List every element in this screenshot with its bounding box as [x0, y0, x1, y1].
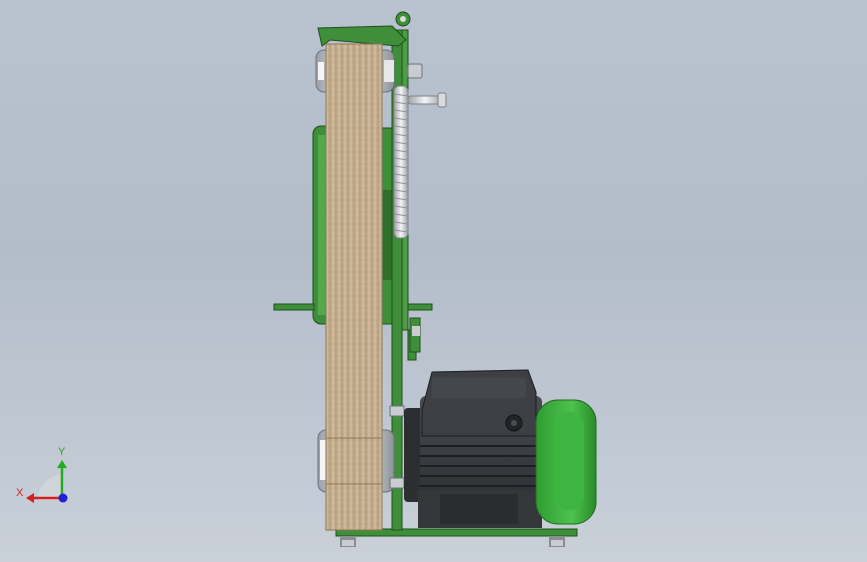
view-triad: X Y — [16, 446, 68, 503]
y-axis-label: Y — [58, 446, 66, 458]
base-plate — [335, 528, 578, 547]
z-axis-dot — [58, 493, 68, 503]
cad-viewport[interactable]: X Y — [0, 0, 867, 562]
tension-spring — [393, 85, 409, 239]
tracking-arm — [317, 11, 411, 47]
belt-grinder-model[interactable]: X Y — [0, 0, 867, 562]
x-axis-label: X — [16, 487, 24, 499]
electric-motor — [404, 369, 597, 528]
abrasive-belt — [325, 43, 383, 531]
